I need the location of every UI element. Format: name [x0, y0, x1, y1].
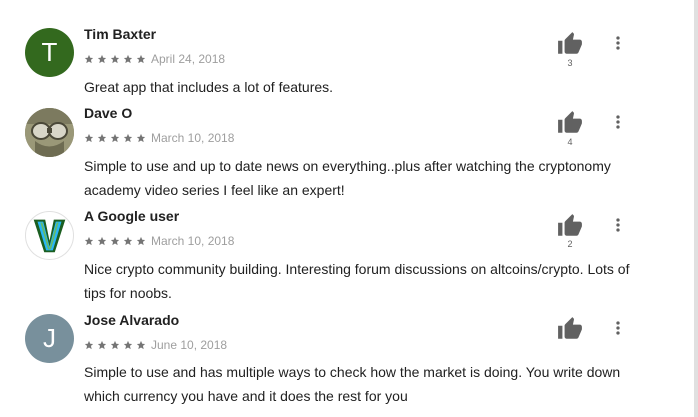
- star-icon: [97, 54, 107, 64]
- star-icon: [84, 340, 94, 350]
- thumb-up-icon[interactable]: [557, 213, 583, 239]
- review-text: Simple to use and has multiple ways to c…: [84, 364, 621, 404]
- review-item: Dave O March 10, 2018 Simple to use and …: [0, 100, 690, 203]
- review-item: J Jose Alvarado June 10, 2018 Simple to …: [0, 307, 690, 417]
- rating-row: June 10, 2018: [84, 338, 227, 352]
- star-icon: [136, 54, 146, 64]
- review-date: June 10, 2018: [151, 338, 228, 352]
- more-vert-icon[interactable]: [608, 215, 628, 235]
- review-item: T Tim Baxter April 24, 2018 Great app th…: [0, 0, 690, 100]
- star-icon: [97, 236, 107, 246]
- review-text: Nice crypto community building. Interest…: [84, 261, 630, 301]
- more-vert-icon[interactable]: [608, 112, 628, 132]
- avatar-logo: [33, 219, 66, 253]
- reviewer-name: Jose Alvarado: [84, 312, 180, 328]
- avatar-initial: J: [43, 323, 56, 353]
- review-text: Great app that includes a lot of feature…: [84, 79, 334, 95]
- review-date: March 10, 2018: [151, 131, 235, 145]
- review-date: April 24, 2018: [151, 52, 226, 66]
- thumb-up-icon[interactable]: [557, 110, 583, 136]
- more-vert-icon[interactable]: [608, 318, 628, 338]
- review-text: Simple to use and up to date news on eve…: [84, 158, 611, 198]
- star-icon: [110, 54, 120, 64]
- helpful-count: 2: [567, 239, 573, 249]
- star-icon: [84, 133, 94, 143]
- avatar-photo: [25, 108, 74, 157]
- avatar[interactable]: J: [25, 314, 74, 363]
- star-icon: [123, 54, 133, 64]
- review-date: March 10, 2018: [151, 234, 235, 248]
- star-icon: [110, 133, 120, 143]
- star-icon: [136, 236, 146, 246]
- reviewer-name: Tim Baxter: [84, 26, 157, 42]
- thumb-up-icon[interactable]: [557, 316, 583, 342]
- helpful-count: 3: [567, 58, 573, 68]
- thumb-up-icon[interactable]: [557, 31, 583, 57]
- star-icon: [84, 54, 94, 64]
- rating-row: April 24, 2018: [84, 52, 225, 66]
- reviewer-name: A Google user: [84, 208, 180, 224]
- reviewer-name: Dave O: [84, 105, 133, 121]
- star-icon: [136, 340, 146, 350]
- helpful-count: 4: [567, 137, 573, 147]
- rating-row: March 10, 2018: [84, 131, 234, 145]
- avatar[interactable]: [25, 108, 74, 157]
- star-icon: [84, 236, 94, 246]
- star-icon: [110, 340, 120, 350]
- scroll-edge: [694, 0, 698, 417]
- avatar[interactable]: T: [25, 28, 74, 77]
- star-icon: [110, 236, 120, 246]
- star-icon: [123, 236, 133, 246]
- avatar[interactable]: [25, 211, 74, 260]
- avatar-initial: T: [41, 37, 58, 67]
- star-icon: [136, 133, 146, 143]
- review-item: A Google user March 10, 2018 Nice crypto…: [0, 203, 690, 307]
- star-icon: [97, 340, 107, 350]
- more-vert-icon[interactable]: [608, 33, 628, 53]
- star-icon: [97, 133, 107, 143]
- star-icon: [123, 133, 133, 143]
- rating-row: March 10, 2018: [84, 234, 234, 248]
- star-icon: [123, 340, 133, 350]
